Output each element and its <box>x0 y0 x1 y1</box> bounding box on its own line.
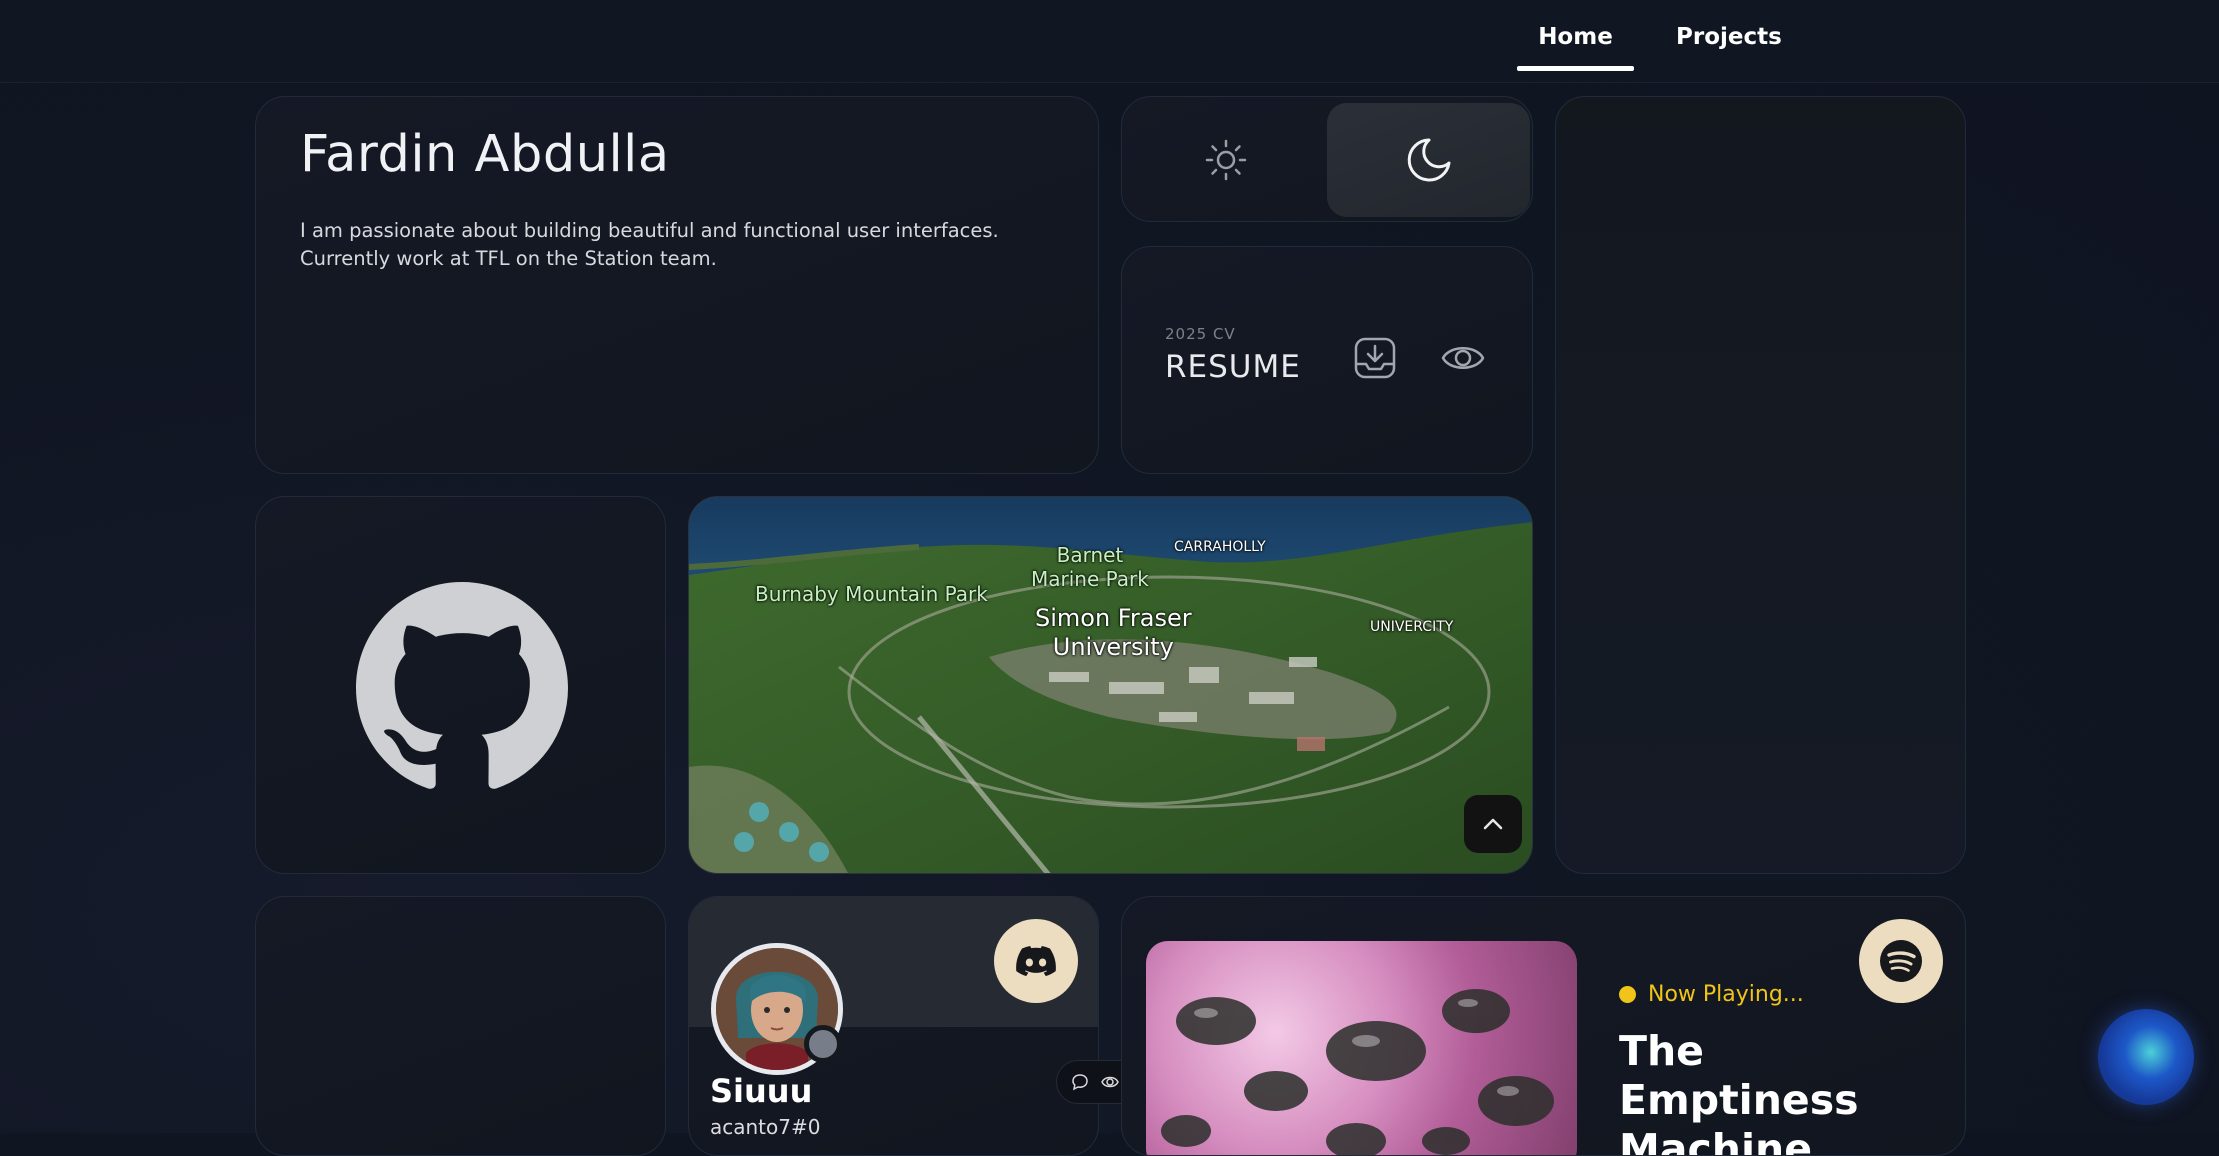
github-icon <box>356 582 568 789</box>
download-icon <box>1354 337 1396 379</box>
assistant-orb-button[interactable] <box>2098 1009 2194 1105</box>
bio-line-1: I am passionate about building beautiful… <box>300 219 999 242</box>
nav-tab-home[interactable]: Home <box>1517 0 1634 71</box>
chevron-up-icon <box>1483 818 1503 830</box>
location-map-card[interactable]: Barnet Marine Park CARRAHOLLY Burnaby Mo… <box>688 496 1533 874</box>
map-label-carraholly: CARRAHOLLY <box>1174 539 1266 555</box>
github-card[interactable] <box>255 496 666 874</box>
resume-card: 2025 CV RESUME <box>1121 246 1533 474</box>
theme-toggle-card <box>1121 96 1533 222</box>
spotify-badge[interactable] <box>1859 919 1943 1003</box>
dark-theme-button[interactable] <box>1327 103 1530 217</box>
discord-card: Siuuu acanto7#0 <box>688 896 1099 1156</box>
map-label-univercity: UNIVERCITY <box>1370 619 1454 635</box>
moon-icon <box>1407 138 1450 182</box>
bottom-left-card <box>255 896 666 1156</box>
sun-icon <box>1205 139 1246 181</box>
map-scroll-up-button[interactable] <box>1464 795 1522 853</box>
eye-off-icon[interactable] <box>1100 1073 1120 1091</box>
now-playing-dot <box>1619 986 1636 1003</box>
discord-tag: acanto7#0 <box>710 1115 821 1139</box>
album-art <box>1161 989 1554 1155</box>
resume-title: RESUME <box>1165 349 1301 385</box>
profile-bio: I am passionate about building beautiful… <box>300 217 1080 273</box>
discord-badge[interactable] <box>994 919 1078 1003</box>
eye-icon <box>1441 347 1485 369</box>
album-cover[interactable] <box>1146 941 1577 1155</box>
light-theme-button[interactable] <box>1124 103 1327 217</box>
download-resume-button[interactable] <box>1352 335 1398 381</box>
profile-name: Fardin Abdulla <box>300 125 670 184</box>
nav-tab-projects[interactable]: Projects <box>1676 0 1782 70</box>
discord-username: Siuuu <box>710 1072 813 1110</box>
spotify-card: Now Playing... The Emptiness Machine <box>1121 896 1966 1156</box>
chat-icon[interactable] <box>1071 1073 1089 1091</box>
now-playing-row: Now Playing... <box>1619 982 1804 1007</box>
intro-card: Fardin Abdulla I am passionate about bui… <box>255 96 1099 474</box>
now-playing-label: Now Playing... <box>1648 982 1804 1007</box>
right-panel-card <box>1555 96 1966 874</box>
view-resume-button[interactable] <box>1438 335 1488 381</box>
map-label-sfu: Simon Fraser University <box>1035 604 1192 661</box>
map-label-barnet: Barnet Marine Park <box>1031 543 1149 591</box>
map-label-burnaby: Burnaby Mountain Park <box>755 582 988 606</box>
track-title[interactable]: The Emptiness Machine <box>1619 1027 1939 1155</box>
top-navbar: Home Projects <box>0 0 2219 83</box>
status-indicator <box>804 1025 842 1063</box>
bio-line-2: Currently work at TFL on the Station tea… <box>300 247 717 270</box>
resume-subtitle: 2025 CV <box>1165 325 1236 343</box>
discord-icon <box>1016 946 1056 976</box>
spotify-icon <box>1880 940 1922 982</box>
